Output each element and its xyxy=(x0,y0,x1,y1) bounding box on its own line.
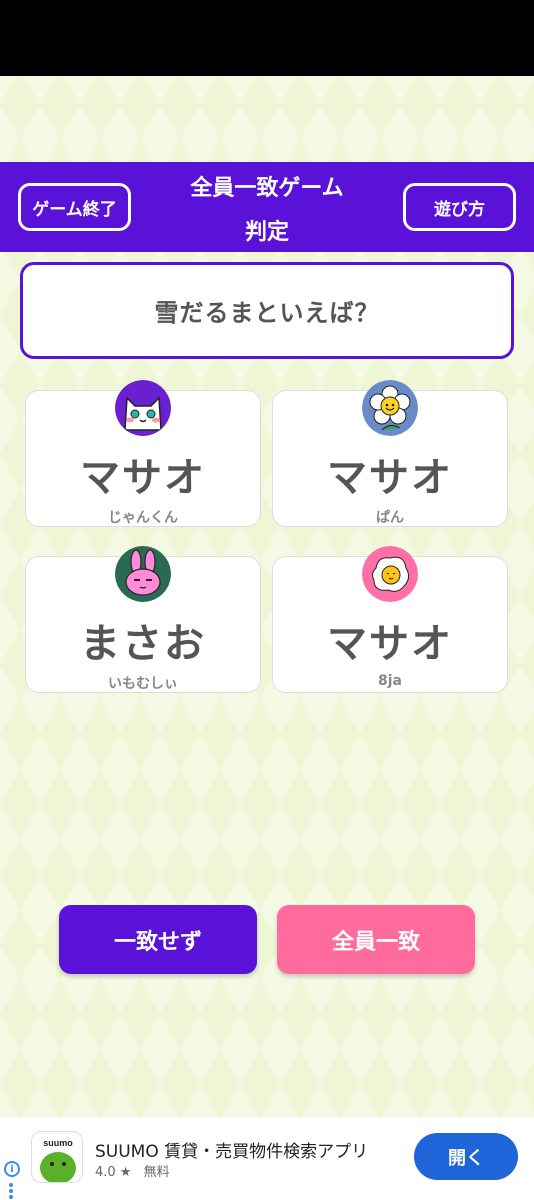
question-box: 雪だるまといえば？ xyxy=(20,262,514,359)
page-subtitle: 判定 xyxy=(244,220,289,245)
info-icon[interactable]: i xyxy=(4,1161,20,1177)
header-bar: ゲーム終了 全員一致ゲーム 判定 遊び方 xyxy=(0,162,534,252)
ad-icon-text: suumo xyxy=(43,1138,73,1148)
ad-subtitle: 4.0 ★ 無料 xyxy=(95,1161,170,1180)
ad-title[interactable]: SUUMO 賃貸・売買物件検索アプリ xyxy=(95,1137,368,1162)
player-name: 8ja xyxy=(378,673,402,689)
ad-price: 無料 xyxy=(143,1165,170,1180)
fried-egg-icon xyxy=(362,546,418,602)
status-bar xyxy=(0,0,534,76)
answer-text: マサオ xyxy=(327,621,453,667)
more-options-icon[interactable] xyxy=(9,1183,13,1199)
answer-text: マサオ xyxy=(80,455,206,501)
how-to-play-button[interactable]: 遊び方 xyxy=(403,183,516,231)
player-name: いもむしぃ xyxy=(108,676,178,692)
answer-text: まさお xyxy=(80,621,206,667)
question-text: 雪だるまといえば？ xyxy=(154,299,380,327)
ad-app-icon[interactable]: suumo xyxy=(31,1131,83,1183)
ad-banner[interactable]: i suumo SUUMO 賃貸・売買物件検索アプリ 4.0 ★ 無料 開く xyxy=(0,1117,534,1200)
ad-open-button[interactable]: 開く xyxy=(414,1133,518,1180)
all-match-button[interactable]: 全員一致 xyxy=(277,905,475,974)
ad-rating: 4.0 ★ xyxy=(95,1165,132,1180)
flower-icon xyxy=(362,380,418,436)
player-name: ぱん xyxy=(376,510,404,526)
end-game-button[interactable]: ゲーム終了 xyxy=(18,183,131,231)
cat-icon xyxy=(115,380,171,436)
no-match-button[interactable]: 一致せず xyxy=(59,905,257,974)
player-name: じゃんくん xyxy=(108,510,178,526)
page-title: 全員一致ゲーム xyxy=(190,176,344,201)
answer-text: マサオ xyxy=(327,455,453,501)
rabbit-icon xyxy=(115,546,171,602)
